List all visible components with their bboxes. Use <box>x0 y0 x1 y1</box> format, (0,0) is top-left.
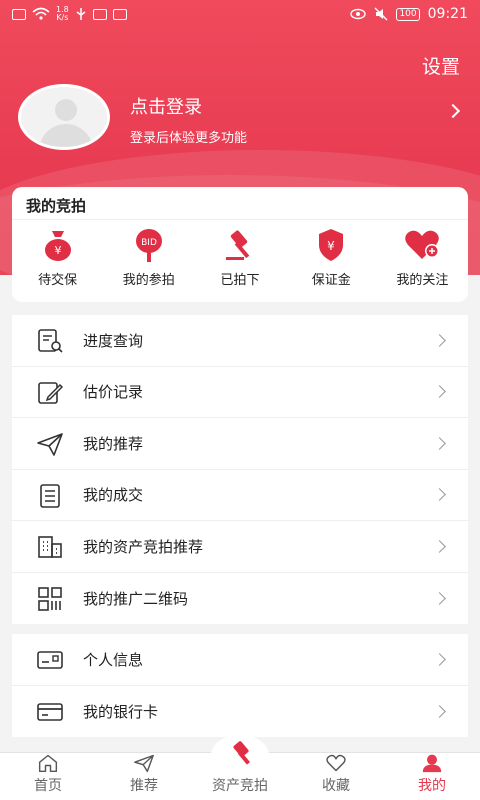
heart-plus-icon <box>405 230 440 259</box>
menu-item-valuation-records[interactable]: 估价记录 <box>12 367 468 418</box>
battery-indicator: 100 <box>396 7 420 21</box>
document-search-icon <box>38 329 63 353</box>
menu-item-progress-query[interactable]: 进度查询 <box>12 315 468 367</box>
qr-code-icon <box>38 586 62 611</box>
chevron-right-icon <box>433 591 446 605</box>
login-subtitle: 登录后体验更多功能 <box>130 131 248 146</box>
chevron-right-icon <box>433 385 446 399</box>
money-bag-icon: ¥ <box>44 231 71 261</box>
bank-card-icon <box>37 702 63 721</box>
menu-item-my-deals[interactable]: 我的成交 <box>12 470 468 521</box>
gavel-icon <box>233 741 251 765</box>
building-icon <box>38 536 62 558</box>
nav-favorites[interactable]: 收藏 <box>288 753 384 800</box>
chevron-right-icon <box>433 652 446 666</box>
usb-icon <box>76 8 86 20</box>
user-icon <box>422 754 442 773</box>
app-notification-icon <box>92 8 107 20</box>
home-icon <box>38 754 58 773</box>
auction-item-won[interactable]: 已拍下 <box>194 227 285 288</box>
center-bump <box>211 735 269 775</box>
eye-icon <box>350 8 367 20</box>
network-speed: 1.8 K/s <box>56 5 69 22</box>
heart-icon <box>326 754 346 772</box>
id-card-icon <box>37 651 63 669</box>
menu-item-my-recommendations[interactable]: 我的推荐 <box>12 418 468 470</box>
svg-text:BID: BID <box>141 238 157 248</box>
list-document-icon <box>40 483 60 508</box>
chevron-right-icon <box>433 704 446 718</box>
my-auction-card: 我的竞拍 ¥ 待交保 BID 我的参拍 已拍下 ¥ 保证金 我的关注 <box>12 187 468 302</box>
nav-home[interactable]: 首页 <box>0 753 96 800</box>
paper-plane-icon <box>37 433 63 456</box>
chevron-right-icon <box>433 488 446 502</box>
main-menu-list: 进度查询 估价记录 我的推荐 我的成交 我的资产竞拍推荐 我的推广二维码 <box>12 315 468 624</box>
clock: 09:21 <box>427 6 468 22</box>
menu-item-personal-info[interactable]: 个人信息 <box>12 634 468 686</box>
notification-icon <box>12 8 26 20</box>
bottom-nav: 首页 推荐 资产竞拍 收藏 我的 <box>0 735 480 800</box>
chevron-right-icon <box>433 333 446 347</box>
status-bar: 1.8 K/s 100 09:21 <box>0 0 480 28</box>
shield-yen-icon: ¥ <box>319 229 344 261</box>
auction-item-following[interactable]: 我的关注 <box>377 227 468 288</box>
nav-recommend[interactable]: 推荐 <box>96 753 192 800</box>
nav-mine[interactable]: 我的 <box>384 753 480 800</box>
auction-item-my-bids[interactable]: BID 我的参拍 <box>103 227 194 288</box>
settings-button[interactable]: 设置 <box>422 52 460 79</box>
avatar[interactable] <box>18 84 110 150</box>
nav-asset-auction[interactable]: 资产竞拍 <box>192 735 288 800</box>
chevron-right-icon <box>433 436 446 450</box>
mute-icon <box>374 7 388 21</box>
login-link[interactable]: 点击登录 <box>130 93 202 119</box>
edit-note-icon <box>38 381 64 404</box>
chevron-right-icon[interactable] <box>445 103 461 119</box>
svg-text:¥: ¥ <box>327 239 335 253</box>
bid-paddle-icon: BID <box>135 229 162 262</box>
menu-item-bank-card[interactable]: 我的银行卡 <box>12 686 468 738</box>
menu-item-asset-auction-recommendations[interactable]: 我的资产竞拍推荐 <box>12 521 468 573</box>
gavel-icon <box>226 230 250 260</box>
paper-plane-icon <box>134 754 154 773</box>
auction-item-pending-deposit[interactable]: ¥ 待交保 <box>12 227 103 288</box>
chevron-right-icon <box>433 539 446 553</box>
menu-item-promo-qr-code[interactable]: 我的推广二维码 <box>12 573 468 625</box>
divider <box>12 219 468 220</box>
account-menu-list: 个人信息 我的银行卡 <box>12 634 468 737</box>
app-notification-icon <box>112 8 127 20</box>
auction-item-deposit[interactable]: ¥ 保证金 <box>286 227 377 288</box>
svg-text:¥: ¥ <box>54 244 61 257</box>
card-title: 我的竞拍 <box>26 197 87 215</box>
wifi-icon <box>32 7 50 20</box>
